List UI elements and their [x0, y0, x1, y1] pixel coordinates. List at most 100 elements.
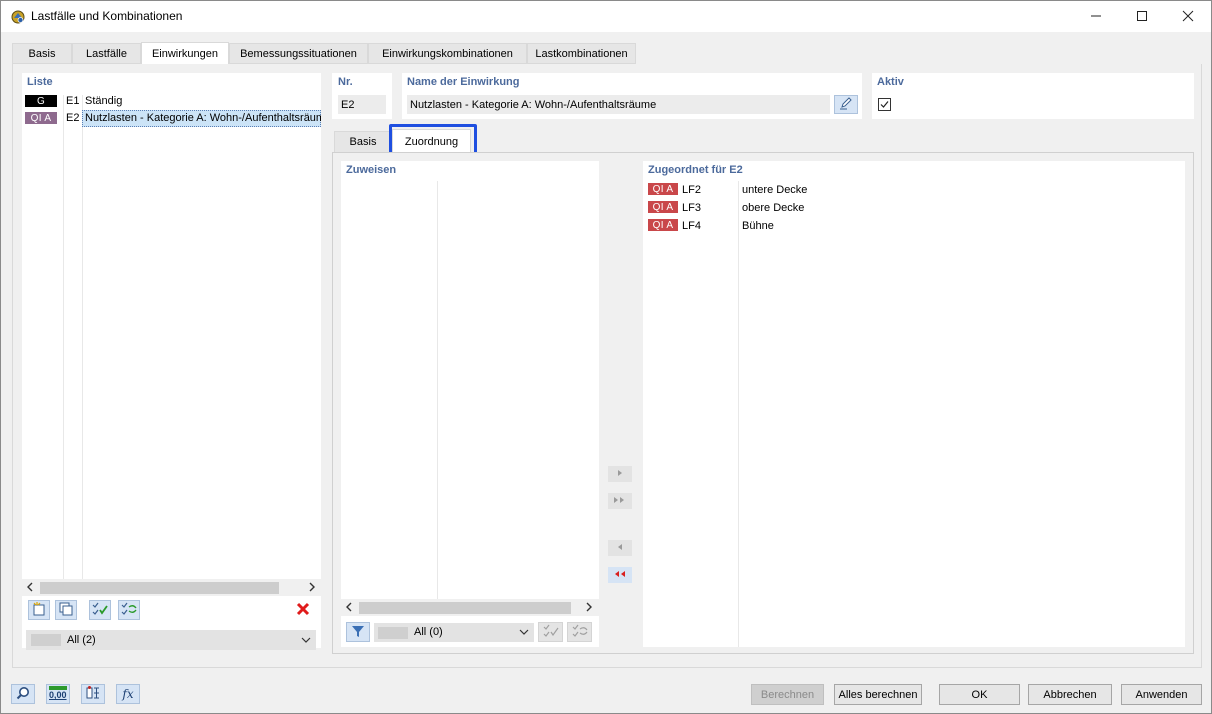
units-button[interactable]: 0,00 — [46, 684, 70, 704]
nr-panel: Nr. E2 — [332, 73, 392, 119]
tab-basis[interactable]: Basis — [12, 43, 72, 64]
list-item[interactable]: QI A LF2 untere Decke — [643, 181, 1185, 199]
active-panel: Aktiv — [872, 73, 1194, 119]
scroll-thumb[interactable] — [40, 582, 279, 594]
double-arrow-right-icon — [613, 495, 627, 507]
assign-check-all-button[interactable] — [538, 622, 563, 642]
tab-lastfaelle[interactable]: Lastfälle — [72, 43, 141, 64]
edit-name-button[interactable] — [834, 95, 858, 114]
toggle-check-button[interactable] — [118, 600, 140, 620]
active-label: Aktiv — [877, 76, 904, 88]
minimize-button[interactable] — [1073, 1, 1119, 32]
tab-einwirkungen[interactable]: Einwirkungen — [141, 42, 229, 65]
minimize-icon — [1090, 9, 1102, 25]
list-filter-dropdown[interactable]: All (2) — [26, 630, 316, 650]
item-id: LF2 — [682, 184, 701, 196]
item-name: untere Decke — [742, 184, 808, 196]
item-id: LF4 — [682, 220, 701, 232]
close-button[interactable] — [1165, 1, 1211, 32]
assign-label: Zuweisen — [346, 164, 397, 176]
item-name: Nutzlasten - Kategorie A: Wohn-/Aufentha… — [85, 112, 321, 124]
anwenden-button[interactable]: Anwenden — [1121, 684, 1202, 705]
formula-button[interactable]: fx — [116, 684, 140, 704]
tab-bemessungssituationen[interactable]: Bemessungssituationen — [229, 43, 368, 64]
list-item[interactable]: QI A E2 Nutzlasten - Kategorie A: Wohn-/… — [22, 110, 321, 127]
nr-field: E2 — [338, 95, 386, 114]
check-all-icon — [91, 601, 109, 620]
list-item[interactable]: G E1 Ständig — [22, 93, 321, 110]
units-icon: 0,00 — [48, 686, 68, 702]
assign-filter-value: All (0) — [414, 626, 443, 638]
model-button[interactable] — [81, 684, 105, 704]
name-panel: Name der Einwirkung Nutzlasten - Kategor… — [402, 73, 862, 119]
filter-swatch — [378, 627, 408, 639]
list-item[interactable]: QI A LF3 obere Decke — [643, 199, 1185, 217]
scroll-right-icon[interactable] — [308, 582, 316, 595]
model-icon — [85, 685, 101, 704]
name-value: Nutzlasten - Kategorie A: Wohn-/Aufentha… — [410, 99, 657, 111]
scroll-left-icon[interactable] — [345, 602, 353, 615]
name-label: Name der Einwirkung — [407, 76, 520, 88]
filter-icon — [351, 624, 365, 641]
chevron-down-icon — [301, 635, 311, 648]
help-button[interactable] — [11, 684, 35, 704]
remove-all-button[interactable] — [608, 567, 632, 583]
scroll-left-icon[interactable] — [26, 582, 34, 595]
list-item[interactable]: QI A LF4 Bühne — [643, 217, 1185, 235]
filter-button[interactable] — [346, 622, 370, 642]
close-icon — [1182, 9, 1194, 25]
list-scrollbar[interactable] — [22, 579, 321, 596]
item-id: E2 — [66, 112, 80, 124]
item-id: E1 — [66, 95, 80, 107]
maximize-button[interactable] — [1119, 1, 1165, 32]
units-text: 0,00 — [49, 690, 67, 700]
search-icon — [16, 686, 30, 703]
berechnen-button[interactable]: Berechnen — [751, 684, 824, 705]
delete-icon — [296, 602, 310, 619]
filter-swatch — [31, 634, 61, 646]
maximize-icon — [1136, 9, 1148, 25]
list-label: Liste — [27, 76, 53, 88]
copy-item-button[interactable] — [55, 600, 77, 620]
new-item-icon — [31, 601, 47, 620]
abbrechen-button[interactable]: Abbrechen — [1028, 684, 1112, 705]
assign-one-button[interactable] — [608, 466, 632, 482]
active-checkbox[interactable] — [878, 98, 891, 111]
window-title: Lastfälle und Kombinationen — [31, 9, 183, 23]
assigned-panel: Zugeordnet für E2 QI A LF2 untere Decke … — [643, 161, 1185, 647]
new-item-button[interactable] — [28, 600, 50, 620]
list-filter-value: All (2) — [67, 634, 96, 646]
assign-toggle-check-button[interactable] — [567, 622, 592, 642]
tab-content: Liste G E1 Ständig QI A E2 Nutzlasten - … — [12, 64, 1202, 668]
title-bar: Lastfälle und Kombinationen — [1, 1, 1211, 32]
formula-icon: fx — [122, 687, 134, 701]
toggle-check-icon — [120, 601, 138, 620]
delete-button[interactable] — [292, 600, 314, 620]
type-badge: QI A — [648, 183, 678, 195]
scroll-thumb[interactable] — [359, 602, 571, 614]
arrow-right-icon — [616, 468, 624, 480]
tab-lastkombinationen[interactable]: Lastkombinationen — [527, 43, 636, 64]
assign-all-button[interactable] — [608, 493, 632, 509]
checkmark-icon — [880, 101, 889, 108]
remove-one-button[interactable] — [608, 540, 632, 556]
type-badge: QI A — [648, 201, 678, 213]
assigned-label: Zugeordnet für E2 — [648, 164, 743, 176]
ok-button[interactable]: OK — [939, 684, 1020, 705]
copy-icon — [58, 601, 74, 620]
list-panel: Liste G E1 Ständig QI A E2 Nutzlasten - … — [22, 73, 321, 648]
nr-label: Nr. — [338, 76, 353, 88]
item-name: obere Decke — [742, 202, 805, 214]
subtab-content: Zuweisen All (0) Zugeordnet für E2 QI A … — [332, 152, 1194, 654]
assign-filter-dropdown[interactable]: All (0) — [374, 623, 534, 642]
type-badge: QI A — [25, 112, 57, 124]
scroll-right-icon[interactable] — [585, 602, 593, 615]
alles-berechnen-button[interactable]: Alles berechnen — [834, 684, 922, 705]
subtab-basis[interactable]: Basis — [334, 131, 392, 153]
check-all-button[interactable] — [89, 600, 111, 620]
name-field[interactable]: Nutzlasten - Kategorie A: Wohn-/Aufentha… — [407, 95, 830, 114]
tab-einwirkungskombinationen[interactable]: Einwirkungskombinationen — [368, 43, 527, 64]
item-id: LF3 — [682, 202, 701, 214]
assign-scrollbar[interactable] — [341, 599, 599, 616]
toggle-check-icon — [571, 623, 589, 642]
